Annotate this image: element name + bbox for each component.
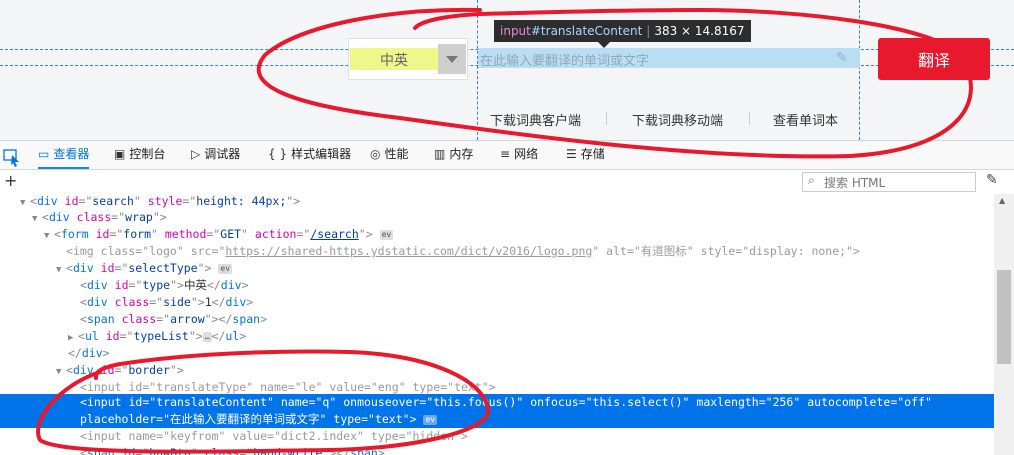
event-badge[interactable]: ev [218, 263, 233, 274]
tab-style-editor[interactable]: { } 样式编辑器 [268, 140, 351, 169]
element-picker-icon [3, 149, 19, 167]
scrollbar-thumb[interactable] [997, 270, 1011, 364]
link-divider [606, 112, 607, 125]
guide-line-right [859, 0, 860, 140]
tab-network[interactable]: ≡ 网络 [500, 140, 538, 169]
tooltip-tail [598, 42, 610, 48]
tooltip-id: #translateContent [530, 24, 643, 38]
handwrite-icon[interactable]: ✎ [836, 50, 848, 66]
tab-label: 调试器 [204, 147, 241, 161]
tree-node[interactable]: <span class="arrow"></span> [0, 311, 994, 328]
element-tooltip: input#translateContent | 383 × 14.8167 [494, 20, 751, 42]
tree-node[interactable]: <span id="hnwBtn" class="hand-write"></s… [0, 445, 994, 455]
tab-label: 控制台 [129, 147, 166, 161]
tab-memory[interactable]: ▥ 内存 [434, 140, 473, 169]
event-badge[interactable]: ev [379, 229, 394, 240]
style-editor-icon: { } [268, 147, 288, 161]
tab-debugger[interactable]: ▷ 调试器 [191, 140, 240, 169]
link-divider [749, 112, 750, 125]
tree-node[interactable]: ▼ <div id="search" style="height: 44px;"> [0, 194, 994, 210]
tab-label: 查看器 [53, 147, 90, 161]
event-badge[interactable]: ev [423, 414, 438, 425]
collapsed-children-badge[interactable]: … [202, 331, 212, 342]
translate-input-placeholder: 在此输入要翻译的单词或文字 [480, 54, 650, 69]
tree-node[interactable]: ▼ <div id="selectType"> ev [0, 260, 994, 277]
tab-label: 内存 [449, 147, 474, 161]
search-html-placeholder: 搜索 HTML [824, 176, 886, 190]
tab-label: 样式编辑器 [291, 147, 352, 161]
tree-node[interactable]: ▼ <form id="form" method="GET" action="/s… [0, 226, 994, 243]
tree-node[interactable]: ▼ <div class="wrap"> [0, 209, 994, 226]
memory-icon: ▥ [434, 147, 446, 161]
tree-node[interactable]: <div class="side">1</div> [0, 294, 994, 311]
add-node-icon[interactable]: + [4, 171, 17, 190]
tree-node[interactable]: <input name="keyfrom" value="dict2.index… [0, 428, 994, 445]
network-icon: ≡ [500, 147, 511, 161]
tab-storage[interactable]: ☰ 存储 [566, 140, 605, 169]
tab-label: 性能 [384, 147, 409, 161]
tree-node-selected[interactable]: <input id="translateContent" name="q" on… [0, 394, 994, 428]
language-select-value: 中英 [380, 53, 408, 69]
tab-inspector[interactable]: ▭ 查看器 [38, 140, 90, 169]
storage-icon: ☰ [566, 147, 577, 161]
tab-label: 网络 [514, 147, 539, 161]
tree-node[interactable]: ▶ <ul id="typeList">… </ul> [0, 328, 994, 345]
tooltip-tag: input [500, 24, 531, 38]
element-picker-button[interactable] [0, 140, 26, 170]
search-icon: ⌕ [808, 173, 815, 187]
translate-button[interactable]: 翻译 [878, 38, 990, 80]
tree-node[interactable]: ▼ <div id="border"> [0, 362, 994, 379]
tree-node[interactable]: <div id="type">中英</div> [0, 277, 994, 294]
eyedropper-icon[interactable]: ✎ [986, 172, 998, 188]
scroll-up-icon[interactable]: ▲ [999, 196, 1005, 205]
guide-line-left [477, 0, 478, 140]
performance-icon: ◎ [370, 147, 381, 161]
tree-node[interactable]: <img class="logo" src="https://shared-ht… [0, 243, 994, 260]
tab-console[interactable]: ▣ 控制台 [114, 140, 165, 169]
link-desktop-client[interactable]: 下载词典客户端 [490, 110, 581, 129]
tooltip-size: 383 × 14.8167 [654, 24, 745, 38]
markup-tree: ▼ <div id="search" style="height: 44px;">… [0, 194, 994, 455]
tab-label: 存储 [580, 147, 605, 161]
debugger-icon: ▷ [191, 147, 201, 161]
console-icon: ▣ [114, 147, 126, 161]
link-mobile-client[interactable]: 下载词典移动端 [632, 110, 723, 129]
tree-node[interactable]: </div> [0, 345, 994, 362]
inspector-icon: ▭ [38, 147, 50, 161]
chevron-down-icon [446, 56, 458, 63]
tab-performance[interactable]: ◎ 性能 [370, 140, 409, 169]
link-wordbook[interactable]: 查看单词本 [773, 110, 838, 129]
